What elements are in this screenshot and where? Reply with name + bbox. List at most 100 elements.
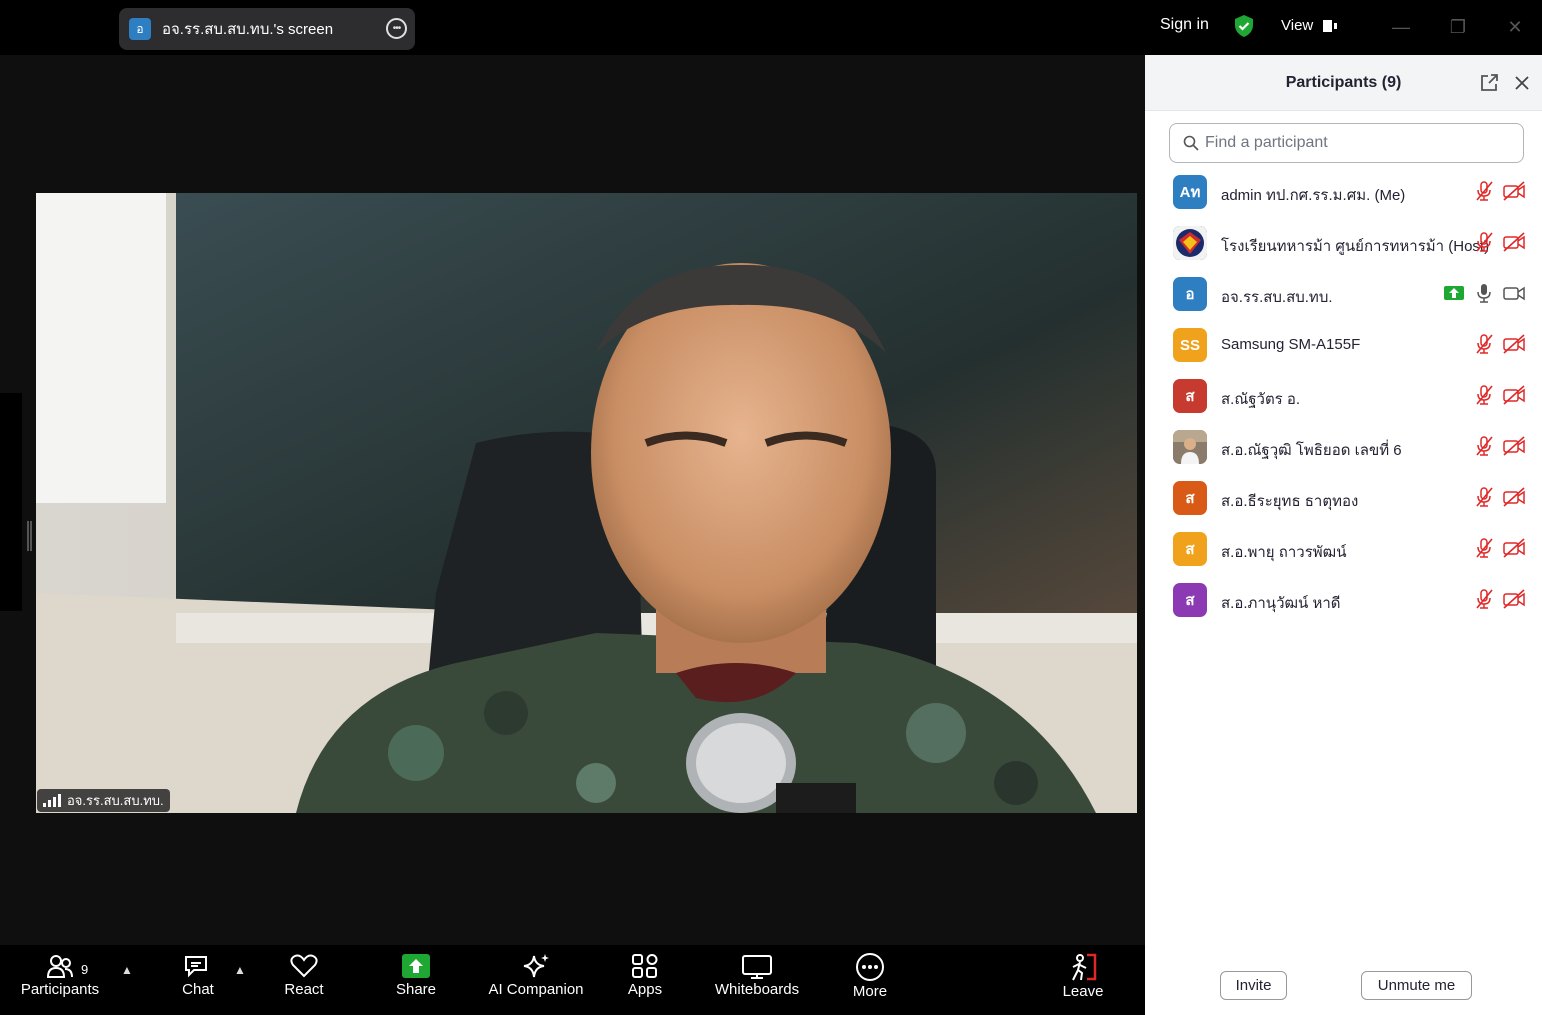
more-label: More	[852, 983, 888, 1000]
view-layout-icon[interactable]	[1322, 18, 1338, 34]
more-button[interactable]: More	[842, 953, 898, 1000]
share-screen-button[interactable]: Share	[388, 953, 444, 998]
participant-avatar: ส	[1173, 532, 1207, 566]
resize-handle[interactable]	[27, 521, 32, 551]
more-options-icon[interactable]: •••	[386, 18, 407, 39]
top-bar: อ อจ.รร.สบ.สบ.ทบ.'s screen ••• Sign in V…	[0, 0, 1542, 55]
zoom-meeting-window: อ อจ.รร.สบ.สบ.ทบ.'s screen ••• Sign in V…	[0, 0, 1542, 1015]
participant-avatar	[1173, 226, 1207, 260]
share-screen-icon	[402, 954, 430, 978]
participant-avatar: อ	[1173, 277, 1207, 311]
participant-avatar: ส	[1173, 583, 1207, 617]
camera-off-icon[interactable]	[1502, 231, 1526, 253]
participant-search-box[interactable]	[1169, 123, 1524, 163]
chat-caret-icon[interactable]: ▲	[234, 963, 246, 977]
participant-row[interactable]: อ อจ.รร.สบ.สบ.ทบ.	[1145, 269, 1542, 320]
participants-caret-icon[interactable]: ▲	[121, 963, 133, 977]
search-icon	[1183, 135, 1199, 151]
participant-row[interactable]: SS Samsung SM-A155F	[1145, 320, 1542, 371]
shared-video-feed	[36, 193, 1137, 813]
chat-button[interactable]: Chat	[170, 953, 226, 998]
microphone-muted-icon[interactable]	[1473, 180, 1495, 202]
participant-name: admin ทป.กศ.รร.ม.ศม. (Me)	[1221, 187, 1406, 204]
camera-off-icon[interactable]	[1502, 537, 1526, 559]
leave-door-icon	[1072, 953, 1097, 981]
chat-label: Chat	[182, 981, 214, 998]
camera-off-icon[interactable]	[1502, 180, 1526, 202]
participant-name: Samsung SM-A155F	[1221, 336, 1361, 353]
microphone-muted-icon[interactable]	[1473, 231, 1495, 253]
microphone-muted-icon[interactable]	[1473, 588, 1495, 610]
sharer-avatar: อ	[129, 18, 151, 40]
microphone-muted-icon[interactable]	[1473, 384, 1495, 406]
microphone-icon[interactable]	[1473, 282, 1495, 304]
participant-row[interactable]: ส ส.ณัฐวัตร อ.	[1145, 371, 1542, 422]
panel-header: Participants (9)	[1145, 55, 1542, 111]
share-label: อจ.รร.สบ.สบ.ทบ.'s screen	[162, 21, 334, 38]
more-icon	[856, 953, 884, 981]
share-label: Share	[395, 981, 437, 998]
participant-row[interactable]: ส ส.อ.ภานุวัฒน์ หาดี	[1145, 575, 1542, 626]
speaker-video-image	[36, 193, 1137, 813]
camera-off-icon[interactable]	[1502, 588, 1526, 610]
participant-list: Aท admin ทป.กศ.รร.ม.ศม. (Me) โรงเรียนทหารม…	[1145, 167, 1542, 626]
video-participant-name: อจ.รร.สบ.สบ.ทบ.	[67, 793, 164, 808]
view-menu[interactable]: View	[1281, 17, 1313, 34]
whiteboard-icon	[742, 955, 772, 979]
participant-avatar: SS	[1173, 328, 1207, 362]
camera-icon[interactable]	[1502, 282, 1526, 304]
camera-off-icon[interactable]	[1502, 435, 1526, 457]
invite-button[interactable]: Invite	[1220, 971, 1287, 1000]
participant-avatar: ส	[1173, 481, 1207, 515]
minimize-button[interactable]: —	[1386, 12, 1416, 42]
sharing-screen-icon	[1444, 286, 1464, 300]
meeting-toolbar: Participants 9 ▲ Chat ▲ React Share AI C…	[0, 945, 1145, 1015]
sparkle-icon	[523, 954, 549, 978]
participant-name: ส.อ.ภานุวัฒน์ หาดี	[1221, 595, 1341, 612]
restore-button[interactable]: ❐	[1443, 12, 1473, 42]
participant-name: อจ.รร.สบ.สบ.ทบ.	[1221, 289, 1333, 306]
react-label: React	[284, 981, 324, 998]
ai-companion-label: AI Companion	[488, 981, 584, 998]
unmute-me-button[interactable]: Unmute me	[1361, 971, 1472, 1000]
react-button[interactable]: React	[276, 953, 332, 998]
microphone-muted-icon[interactable]	[1473, 333, 1495, 355]
camera-off-icon[interactable]	[1502, 384, 1526, 406]
participant-name: ส.อ.พายุ ถาวรพัฒน์	[1221, 544, 1347, 561]
participant-name: โรงเรียนทหารม้า ศูนย์การทหารม้า (Host)	[1221, 238, 1490, 255]
ai-companion-button[interactable]: AI Companion	[485, 953, 587, 998]
participant-search-input[interactable]	[1205, 134, 1505, 152]
screen-share-indicator[interactable]: อ อจ.รร.สบ.สบ.ทบ.'s screen •••	[119, 8, 415, 50]
heart-icon	[290, 954, 318, 978]
connection-strength-icon	[43, 794, 61, 807]
camera-off-icon[interactable]	[1502, 486, 1526, 508]
participant-avatar: ส	[1173, 379, 1207, 413]
sign-in-link[interactable]: Sign in	[1160, 16, 1209, 34]
chat-icon	[185, 956, 207, 978]
participant-row[interactable]: ส ส.อ.ธีระยุทธ ธาตุทอง	[1145, 473, 1542, 524]
close-window-button[interactable]: ✕	[1500, 12, 1530, 42]
participant-row[interactable]: ส.อ.ณัฐวุฒิ โพธิยอด เลขที่ 6	[1145, 422, 1542, 473]
microphone-muted-icon[interactable]	[1473, 435, 1495, 457]
microphone-muted-icon[interactable]	[1473, 486, 1495, 508]
encryption-shield-icon[interactable]	[1232, 14, 1256, 38]
close-panel-icon[interactable]	[1512, 73, 1532, 93]
participant-name: ส.อ.ณัฐวุฒิ โพธิยอด เลขที่ 6	[1221, 442, 1402, 459]
microphone-muted-icon[interactable]	[1473, 537, 1495, 559]
apps-icon	[632, 954, 658, 978]
participant-row[interactable]: Aท admin ทป.กศ.รร.ม.ศม. (Me)	[1145, 167, 1542, 218]
participant-row[interactable]: โรงเรียนทหารม้า ศูนย์การทหารม้า (Host)	[1145, 218, 1542, 269]
avatar-photo-image	[1173, 430, 1207, 464]
video-name-tag: อจ.รร.สบ.สบ.ทบ.	[37, 789, 170, 812]
participants-icon	[46, 955, 73, 978]
apps-label: Apps	[627, 981, 663, 998]
apps-button[interactable]: Apps	[617, 953, 673, 998]
camera-off-icon[interactable]	[1502, 333, 1526, 355]
participant-row[interactable]: ส ส.อ.พายุ ถาวรพัฒน์	[1145, 524, 1542, 575]
pop-out-icon[interactable]	[1479, 73, 1499, 93]
participants-panel: Participants (9) Aท admin ทป.กศ.รร.ม.ศม. …	[1145, 55, 1542, 1015]
whiteboards-label: Whiteboards	[714, 981, 800, 998]
whiteboards-button[interactable]: Whiteboards	[710, 953, 804, 998]
leave-button[interactable]: Leave	[1055, 953, 1111, 1000]
participant-avatar	[1173, 430, 1207, 464]
